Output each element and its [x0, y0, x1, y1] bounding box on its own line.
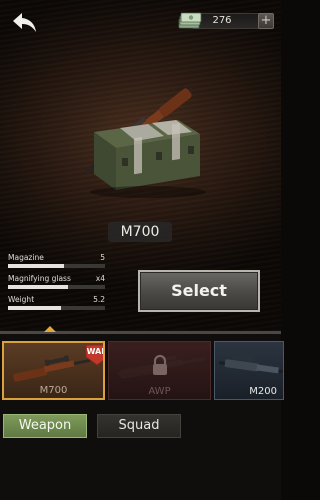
stat-magnifying-glass: Magnifying glass x4 — [8, 274, 105, 295]
stat-bar-fill — [8, 285, 69, 289]
stat-bar — [8, 285, 105, 289]
weapon-card-name: M200 — [249, 386, 277, 397]
currency-display: 276 + — [178, 11, 274, 31]
stat-value: x4 — [95, 274, 105, 283]
back-button[interactable] — [10, 10, 40, 36]
stat-label: Weight — [8, 295, 35, 304]
selection-marker-icon — [44, 326, 56, 332]
weapon-card-awp[interactable]: AWP — [108, 341, 211, 400]
stat-value: 5 — [100, 253, 105, 262]
tab-squad[interactable]: Squad — [97, 414, 181, 438]
stat-weight: Weight 5.2 — [8, 295, 105, 316]
weapon-card-m700[interactable]: WAR M700 — [2, 341, 105, 400]
rifle-icon — [219, 354, 283, 374]
weapon-card-name: AWP — [148, 386, 171, 397]
weapon-name-label: M700 — [108, 222, 172, 242]
stat-bar — [8, 306, 105, 310]
stat-magazine: Magazine 5 — [8, 253, 105, 274]
stat-bar — [8, 264, 105, 268]
weapon-showcase: 276 + M700 Magazine 5 Magnifying glass x… — [0, 0, 281, 330]
cash-stack-icon — [178, 12, 202, 29]
padlock-icon — [153, 354, 167, 375]
stat-label: Magnifying glass — [8, 274, 71, 283]
stat-bar-fill — [8, 264, 65, 268]
tab-weapon[interactable]: Weapon — [3, 414, 87, 438]
add-currency-button[interactable]: + — [258, 13, 274, 29]
weapon-stats: Magazine 5 Magnifying glass x4 Weight 5.… — [8, 253, 105, 316]
selection-rail — [0, 331, 281, 334]
weapon-card-name: M700 — [39, 385, 68, 396]
weapon-crate-icon — [83, 86, 206, 198]
war-badge-label: WAR — [86, 347, 103, 356]
select-button[interactable]: Select — [138, 270, 260, 312]
weapon-card-m200[interactable]: M200 — [214, 341, 284, 400]
back-arrow-icon — [13, 13, 36, 32]
stat-label: Magazine — [8, 253, 44, 262]
stat-value: 5.2 — [93, 295, 105, 304]
stat-bar-fill — [8, 306, 62, 310]
